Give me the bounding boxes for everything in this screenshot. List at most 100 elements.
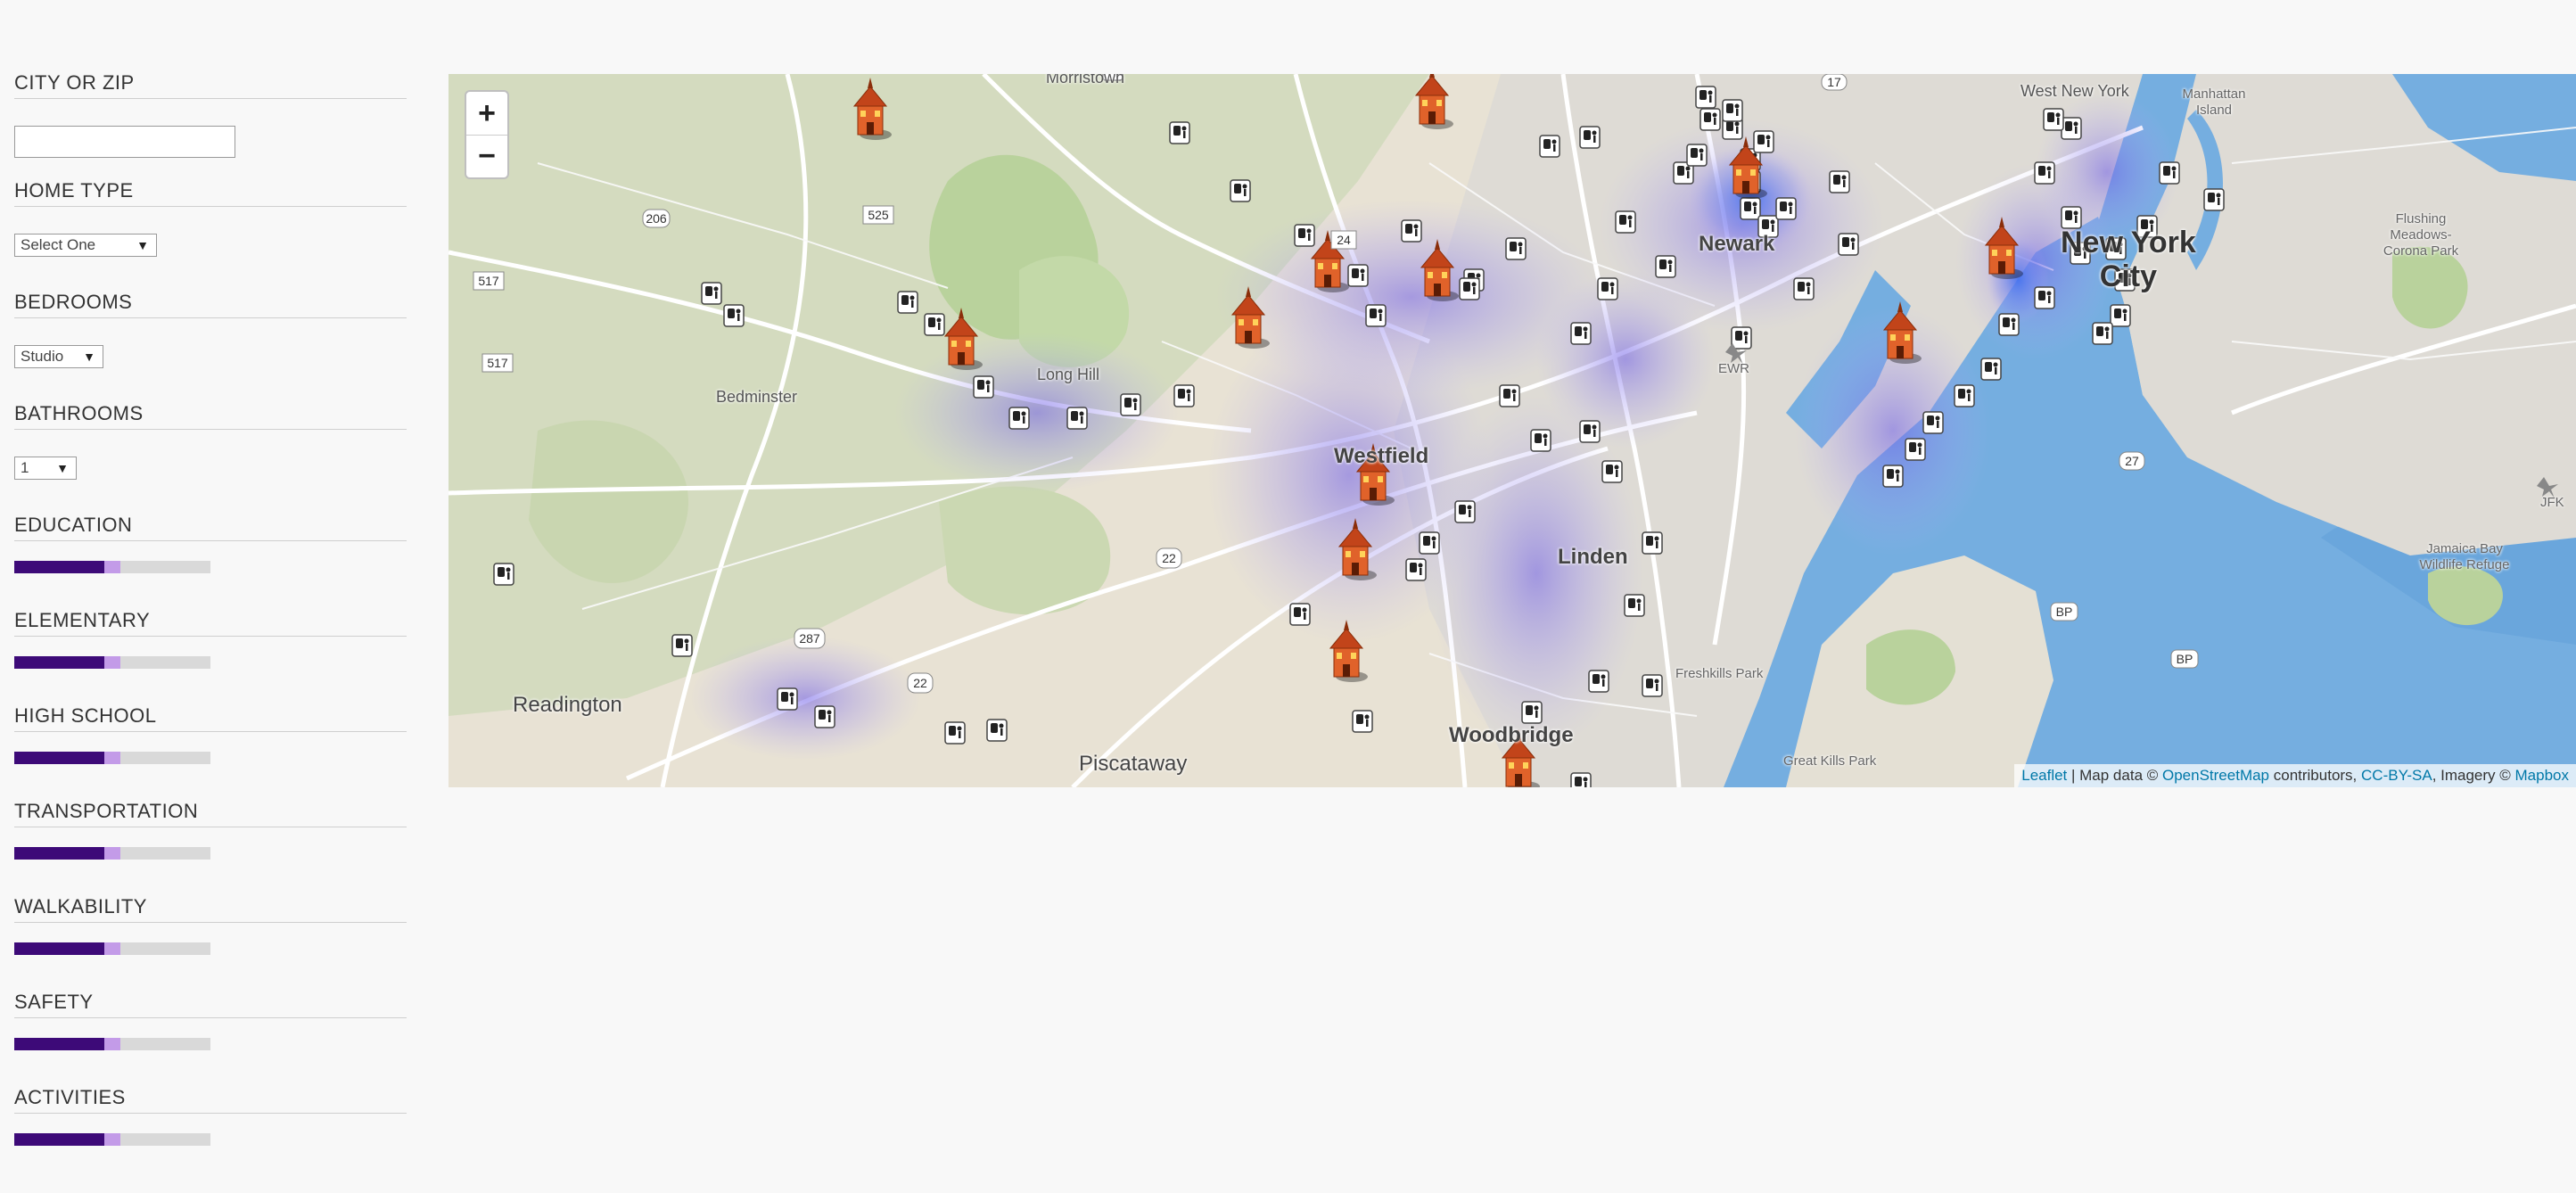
map-view[interactable]: 206 525 517 517 24 287 22 22 27 17 BP BP… — [449, 74, 2576, 787]
home-type-label: HOME TYPE — [14, 179, 407, 207]
transit-stop-icon[interactable] — [1419, 531, 1440, 555]
chevron-down-icon: ▼ — [136, 238, 149, 252]
transit-stop-icon[interactable] — [1655, 255, 1676, 278]
elementary-slider-group: ELEMENTARY — [14, 609, 407, 669]
transit-stop-icon[interactable] — [1624, 594, 1645, 617]
transit-stop-icon[interactable] — [1829, 170, 1850, 193]
transit-stop-icon[interactable] — [1579, 420, 1601, 443]
transit-stop-icon[interactable] — [944, 721, 966, 745]
transit-stop-icon[interactable] — [1838, 233, 1859, 256]
transit-stop-icon[interactable] — [2110, 304, 2131, 327]
transit-stop-icon[interactable] — [1570, 322, 1592, 345]
transit-stop-icon[interactable] — [897, 291, 918, 314]
transit-stop-icon[interactable] — [2043, 108, 2064, 131]
zoom-out-button[interactable]: − — [466, 135, 507, 177]
zoom-in-button[interactable]: + — [466, 92, 507, 135]
transit-stop-icon[interactable] — [1753, 130, 1774, 153]
openstreetmap-link[interactable]: OpenStreetMap — [2162, 767, 2269, 784]
city-zip-input[interactable] — [14, 126, 235, 158]
transit-stop-icon[interactable] — [1505, 237, 1527, 260]
transit-stop-icon[interactable] — [1230, 179, 1251, 202]
transit-stop-icon[interactable] — [2203, 188, 2225, 211]
transit-stop-icon[interactable] — [2092, 322, 2113, 345]
transit-stop-icon[interactable] — [1169, 121, 1190, 144]
transit-stop-icon[interactable] — [1722, 99, 1743, 122]
home-type-select[interactable]: Select One ▼ — [14, 234, 157, 257]
transit-stop-icon[interactable] — [1347, 264, 1369, 287]
transit-stop-icon[interactable] — [493, 563, 514, 586]
slider-handle-fill — [14, 847, 105, 860]
map-tiles: 206 525 517 517 24 287 22 22 27 17 BP BP — [449, 74, 2576, 787]
mapbox-link[interactable]: Mapbox — [2515, 767, 2569, 784]
transit-stop-icon[interactable] — [1588, 670, 1609, 693]
transit-stop-icon[interactable] — [1365, 304, 1387, 327]
cc-by-sa-link[interactable]: CC-BY-SA — [2361, 767, 2432, 784]
attribution-text: , Imagery © — [2432, 767, 2515, 784]
transit-stop-icon[interactable] — [2034, 286, 2055, 309]
transit-stop-icon[interactable] — [1539, 135, 1560, 158]
transit-stop-icon[interactable] — [1740, 197, 1761, 220]
transit-stop-icon[interactable] — [1642, 531, 1663, 555]
elementary-slider[interactable] — [14, 656, 210, 669]
transit-stop-icon[interactable] — [1695, 86, 1716, 109]
transit-stop-icon[interactable] — [1066, 407, 1088, 430]
transit-stop-icon[interactable] — [1980, 358, 2002, 381]
transit-stop-icon[interactable] — [1401, 219, 1422, 243]
svg-text:517: 517 — [487, 356, 508, 370]
transit-stop-icon[interactable] — [1008, 407, 1030, 430]
transit-stop-icon[interactable] — [777, 687, 798, 711]
transit-stop-icon[interactable] — [1289, 603, 1311, 626]
transit-stop-icon[interactable] — [1597, 277, 1618, 300]
transit-stop-icon[interactable] — [1775, 197, 1797, 220]
transportation-slider[interactable] — [14, 847, 210, 860]
transit-stop-icon[interactable] — [1294, 224, 1315, 247]
transit-stop-icon[interactable] — [1905, 438, 1926, 461]
transit-stop-icon[interactable] — [1120, 393, 1141, 416]
safety-slider-group: SAFETY — [14, 991, 407, 1050]
leaflet-link[interactable]: Leaflet — [2021, 767, 2067, 784]
transit-stop-icon[interactable] — [671, 634, 693, 657]
transit-stop-icon[interactable] — [973, 375, 994, 399]
transit-stop-icon[interactable] — [1173, 384, 1195, 407]
walkability-slider[interactable] — [14, 942, 210, 955]
transit-stop-icon[interactable] — [1530, 429, 1551, 452]
transit-stop-icon[interactable] — [1615, 210, 1636, 234]
high-school-slider[interactable] — [14, 752, 210, 764]
transit-stop-icon[interactable] — [1793, 277, 1815, 300]
transit-stop-icon[interactable] — [1998, 313, 2020, 336]
svg-text:517: 517 — [478, 274, 499, 288]
transit-stop-icon[interactable] — [1731, 326, 1752, 350]
transit-stop-icon[interactable] — [1499, 384, 1520, 407]
transit-stop-icon[interactable] — [2061, 117, 2082, 140]
transit-stop-icon[interactable] — [1686, 144, 1708, 167]
transit-stop-icon[interactable] — [2159, 161, 2180, 185]
high-school-label: HIGH SCHOOL — [14, 704, 407, 732]
svg-text:24: 24 — [1337, 233, 1351, 247]
transit-stop-icon[interactable] — [1642, 674, 1663, 697]
transit-stop-icon[interactable] — [1601, 460, 1623, 483]
transit-stop-icon[interactable] — [723, 304, 745, 327]
transit-stop-icon[interactable] — [1352, 710, 1373, 733]
svg-text:206: 206 — [646, 211, 667, 226]
activities-slider[interactable] — [14, 1133, 210, 1146]
transit-stop-icon[interactable] — [924, 313, 945, 336]
safety-slider[interactable] — [14, 1038, 210, 1050]
education-slider[interactable] — [14, 561, 210, 573]
transit-stop-icon[interactable] — [814, 705, 835, 728]
transit-stop-icon[interactable] — [1454, 500, 1476, 523]
transit-stop-icon[interactable] — [1405, 558, 1427, 581]
bathrooms-select[interactable]: 1 ▼ — [14, 457, 77, 480]
route-shield: 17 — [1821, 74, 1848, 91]
transit-stop-icon[interactable] — [1570, 772, 1592, 787]
transit-stop-icon[interactable] — [1882, 465, 1904, 488]
bedrooms-select[interactable]: Studio ▼ — [14, 345, 103, 368]
transit-stop-icon[interactable] — [2034, 161, 2055, 185]
transit-stop-icon[interactable] — [701, 282, 722, 305]
transit-stop-icon[interactable] — [1579, 126, 1601, 149]
transit-stop-icon[interactable] — [1521, 701, 1543, 724]
transit-stop-icon[interactable] — [986, 719, 1008, 742]
transit-stop-icon[interactable] — [1954, 384, 1975, 407]
transit-stop-icon[interactable] — [1459, 277, 1480, 300]
transit-stop-icon[interactable] — [1700, 108, 1721, 131]
transit-stop-icon[interactable] — [1922, 411, 1944, 434]
